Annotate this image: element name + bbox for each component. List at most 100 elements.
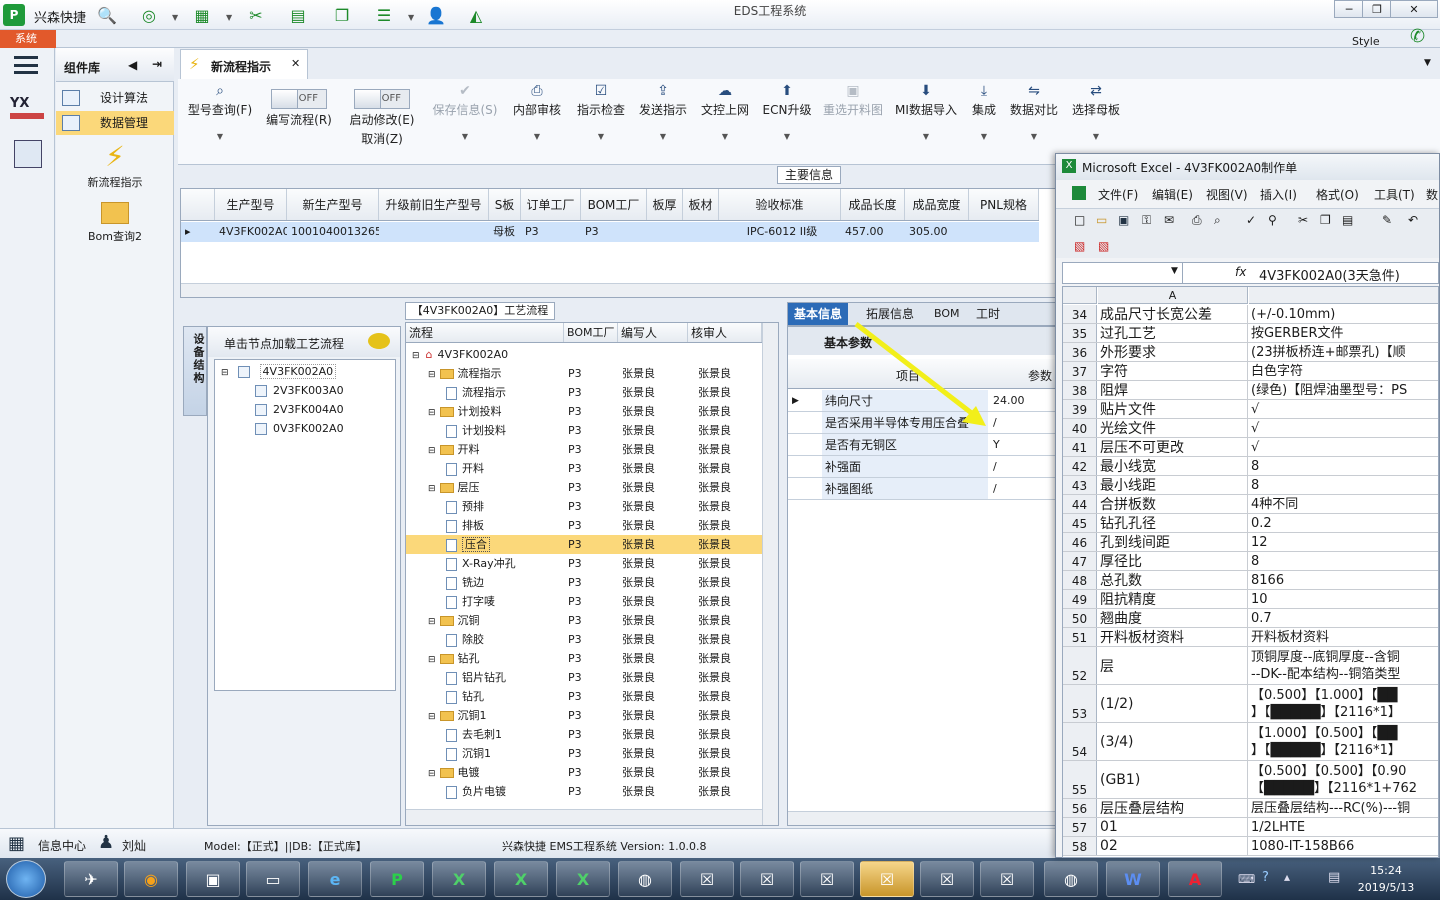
table-row[interactable]: 铣边 P3 张景良 张景良 xyxy=(406,573,762,592)
author-cell[interactable]: 张景良 xyxy=(622,516,655,535)
col-header[interactable]: 新生产型号 xyxy=(287,189,379,220)
cell[interactable]: 457.00 xyxy=(841,222,905,242)
col-header[interactable]: 核审人 xyxy=(688,323,762,342)
col-header[interactable]: 生产型号 xyxy=(215,189,287,220)
cell-b[interactable]: 层压叠层结构---RC(%)---铜 xyxy=(1249,799,1438,817)
row-number[interactable]: 41 xyxy=(1063,438,1097,456)
author-cell[interactable]: 张景良 xyxy=(622,440,655,459)
cell-a[interactable]: (GB1) xyxy=(1098,761,1248,798)
collapse-icon[interactable]: ⊟ xyxy=(412,351,420,361)
author-cell[interactable]: 张景良 xyxy=(622,630,655,649)
row-number[interactable]: 43 xyxy=(1063,476,1097,494)
bom-factory-cell[interactable]: P3 xyxy=(568,402,582,421)
table-row[interactable]: ⊟ 沉铜 P3 张景良 张景良 xyxy=(406,611,762,630)
row-number[interactable]: 58 xyxy=(1063,837,1097,855)
tree-node[interactable]: 2V3FK003A0 xyxy=(255,381,344,400)
collapse-icon[interactable]: ⊟ xyxy=(221,368,229,378)
table-row[interactable]: ⊟ 流程指示 P3 张景良 张景良 xyxy=(406,364,762,383)
table-row[interactable]: ⊟ 层压 P3 张景良 张景良 xyxy=(406,478,762,497)
col-header[interactable]: PNL规格 xyxy=(969,189,1039,220)
reviewer-cell[interactable]: 张景良 xyxy=(698,573,731,592)
taskbar-window-4[interactable]: ☒ xyxy=(860,861,914,897)
chart-icon[interactable]: ◭ xyxy=(464,3,488,27)
tab-new-flow-instruction[interactable]: ⚡ 新流程指示 ✕ xyxy=(180,49,308,79)
taskbar-app-ie[interactable]: e xyxy=(308,861,362,897)
author-cell[interactable]: 张景良 xyxy=(622,744,655,763)
cell-a[interactable]: (3/4) xyxy=(1098,723,1248,760)
cancel-label[interactable]: 取消(Z) xyxy=(344,130,420,147)
taskbar-app-eds[interactable]: P xyxy=(370,861,424,897)
taskbar-app-word[interactable]: W xyxy=(1106,861,1160,897)
row-number[interactable]: 42 xyxy=(1063,457,1097,475)
menu-format[interactable]: 格式(O) xyxy=(1316,186,1359,203)
data-compare-button[interactable]: ⇋ 数据对比 ▼ xyxy=(1006,83,1062,141)
cell-a[interactable]: 阻抗精度 xyxy=(1098,590,1248,608)
bom-query2-item[interactable]: Bom查询2 xyxy=(56,198,174,244)
col-header[interactable]: 流程 xyxy=(406,323,564,342)
reviewer-cell[interactable]: 张景良 xyxy=(698,782,731,801)
menu-data[interactable]: 数 xyxy=(1426,186,1438,203)
function-icon[interactable]: fx xyxy=(1235,265,1246,279)
reviewer-cell[interactable]: 张景良 xyxy=(698,592,731,611)
cell-a[interactable]: 光绘文件 xyxy=(1098,419,1248,437)
reviewer-cell[interactable]: 张景良 xyxy=(698,440,731,459)
start-button[interactable] xyxy=(6,860,46,898)
style-menu[interactable]: Style xyxy=(1352,35,1380,48)
table-row[interactable]: 压合 P3 张景良 张景良 xyxy=(406,535,762,554)
flow-step-name[interactable]: 打字唛 xyxy=(446,592,495,611)
col-header[interactable]: 成品宽度 xyxy=(905,189,969,220)
name-box-arrow-icon[interactable]: ▼ xyxy=(1171,266,1178,276)
close-button[interactable]: ✕ xyxy=(1390,0,1438,18)
permission-icon[interactable]: ⚿ xyxy=(1142,213,1151,228)
cell-b[interactable]: 10 xyxy=(1249,590,1438,608)
reviewer-cell[interactable]: 张景良 xyxy=(698,402,731,421)
cell-b[interactable]: 12 xyxy=(1249,533,1438,551)
row-number[interactable]: 38 xyxy=(1063,381,1097,399)
cell[interactable]: 4V3FK002A0 xyxy=(215,222,287,242)
taskbar-app-excel-1[interactable]: X xyxy=(432,861,486,897)
author-cell[interactable]: 张景良 xyxy=(622,611,655,630)
cell[interactable] xyxy=(969,222,1039,242)
author-cell[interactable]: 张景良 xyxy=(622,687,655,706)
open-folder-icon[interactable]: ▭ xyxy=(1096,213,1107,227)
col-header[interactable]: BOM工厂 xyxy=(581,189,647,220)
nav-item-design-algorithm[interactable]: 设计算法 xyxy=(56,86,174,110)
pdf-export-icon[interactable]: ▧ xyxy=(1098,239,1109,253)
cell[interactable] xyxy=(647,222,683,242)
taskbar-window-5[interactable]: ☒ xyxy=(920,861,974,897)
help-tray-icon[interactable]: ? xyxy=(1262,870,1269,885)
collapse-icon[interactable]: ⊟ xyxy=(428,370,436,380)
cell-b[interactable]: 8 xyxy=(1249,457,1438,475)
row-number[interactable]: 50 xyxy=(1063,609,1097,627)
formula-input[interactable]: 4V3FK002A0(3天急件) xyxy=(1259,265,1400,284)
flow-step-name[interactable]: 铣边 xyxy=(446,573,484,592)
minimize-button[interactable]: ─ xyxy=(1334,0,1364,18)
system-tab[interactable]: 系统 xyxy=(0,30,56,48)
col-header[interactable]: 成品长度 xyxy=(841,189,905,220)
cell-b[interactable]: (绿色)【阻焊油墨型号：PS xyxy=(1249,381,1438,399)
flow-step-name[interactable]: ⊟ 电镀 xyxy=(428,763,480,784)
taskbar-app-media-2[interactable]: ◍ xyxy=(1044,861,1098,897)
reviewer-cell[interactable]: 张景良 xyxy=(698,649,731,668)
info-center-label[interactable]: 信息中心 xyxy=(38,837,86,854)
toggle-switch[interactable]: OFF xyxy=(354,89,410,109)
reviewer-cell[interactable]: 张景良 xyxy=(698,516,731,535)
col-header[interactable]: 参数 xyxy=(1028,367,1052,384)
horizontal-scrollbar[interactable] xyxy=(788,811,1064,825)
cell-a[interactable]: 层压不可更改 xyxy=(1098,438,1248,456)
spelling-icon[interactable]: ✓ xyxy=(1246,213,1256,227)
bom-factory-cell[interactable]: P3 xyxy=(568,383,582,402)
bom-factory-cell[interactable]: P3 xyxy=(568,763,582,782)
bom-factory-cell[interactable]: P3 xyxy=(568,649,582,668)
row-number[interactable]: 51 xyxy=(1063,628,1097,646)
send-instruction-button[interactable]: ⇪ 发送指示 ▼ xyxy=(636,83,690,141)
table-row[interactable]: 计划投料 P3 张景良 张景良 xyxy=(406,421,762,440)
calendar-icon[interactable] xyxy=(14,140,42,168)
bom-factory-cell[interactable]: P3 xyxy=(568,706,582,725)
row-number[interactable]: 35 xyxy=(1063,324,1097,342)
cell-b[interactable]: 1080-IT-158B66 xyxy=(1249,837,1438,855)
dropdown-arrow-icon[interactable]: ▼ xyxy=(408,13,414,22)
taskbar-app-save[interactable]: ▣ xyxy=(186,861,240,897)
cell-a[interactable]: 开料板材资料 xyxy=(1098,628,1248,646)
author-cell[interactable]: 张景良 xyxy=(622,554,655,573)
